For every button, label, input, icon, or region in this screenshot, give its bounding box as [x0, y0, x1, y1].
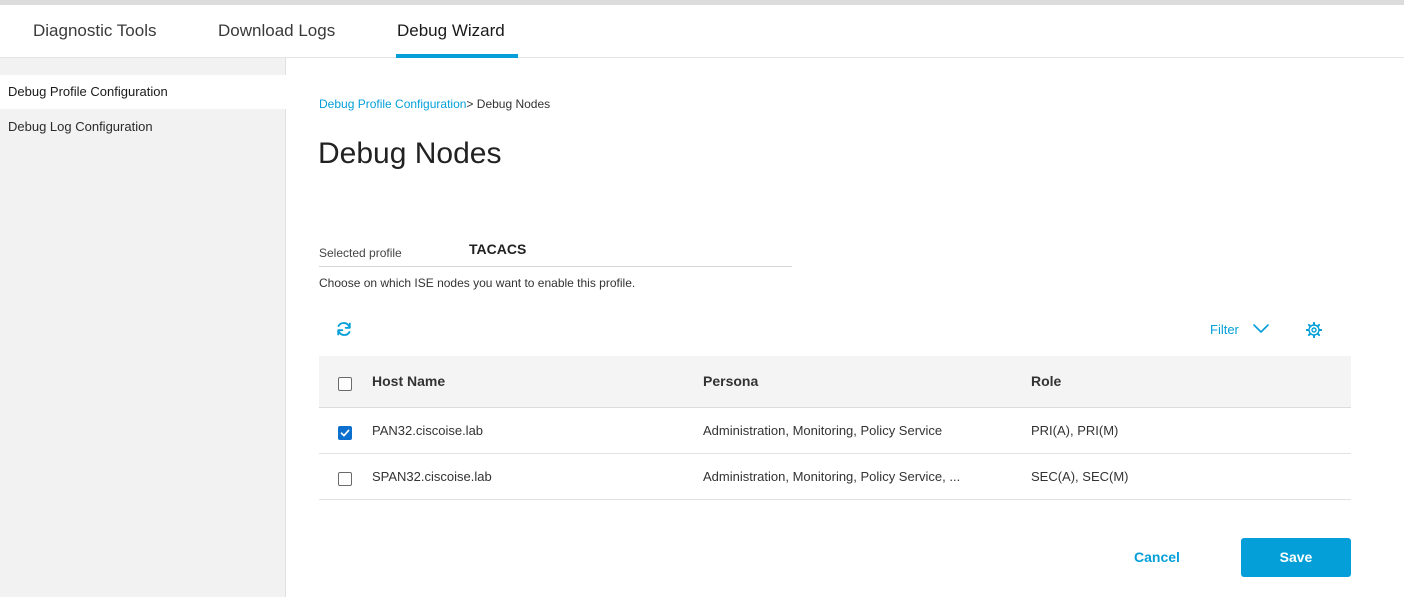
- page-title: Debug Nodes: [318, 137, 502, 170]
- breadcrumb-current: Debug Nodes: [473, 97, 551, 111]
- tab-debug-wizard[interactable]: Debug Wizard: [397, 21, 505, 41]
- table-row[interactable]: SPAN32.ciscoise.lab Administration, Moni…: [319, 454, 1351, 500]
- cancel-button[interactable]: Cancel: [1116, 538, 1198, 576]
- gear-icon[interactable]: [1306, 322, 1322, 338]
- filter-button[interactable]: Filter: [1210, 322, 1239, 337]
- table-row[interactable]: PAN32.ciscoise.lab Administration, Monit…: [319, 408, 1351, 454]
- column-header-role[interactable]: Role: [1031, 373, 1061, 389]
- row-checkbox[interactable]: [338, 472, 352, 486]
- selected-profile-label: Selected profile: [319, 246, 402, 260]
- instructions-text: Choose on which ISE nodes you want to en…: [319, 276, 636, 290]
- tab-download-logs[interactable]: Download Logs: [218, 21, 335, 41]
- top-tab-bar: Diagnostic Tools Download Logs Debug Wiz…: [0, 5, 1404, 58]
- table-header: Host Name Persona Role: [319, 356, 1351, 408]
- host-name-cell: PAN32.ciscoise.lab: [372, 423, 484, 438]
- select-all-checkbox[interactable]: [338, 377, 352, 391]
- column-header-persona[interactable]: Persona: [703, 373, 758, 389]
- save-button[interactable]: Save: [1241, 538, 1351, 577]
- role-cell: PRI(A), PRI(M): [1031, 423, 1119, 438]
- sidebar: Debug Profile Configuration Debug Log Co…: [0, 58, 286, 597]
- breadcrumb: Debug Profile Configuration> Debug Nodes: [319, 97, 550, 111]
- column-header-host-name[interactable]: Host Name: [372, 373, 445, 389]
- host-name-cell: SPAN32.ciscoise.lab: [372, 469, 492, 484]
- persona-cell: Administration, Monitoring, Policy Servi…: [703, 469, 961, 484]
- sidebar-item-debug-profile-configuration[interactable]: Debug Profile Configuration: [0, 75, 286, 109]
- selected-profile-row: Selected profile TACACS: [319, 241, 792, 267]
- tab-diagnostic-tools[interactable]: Diagnostic Tools: [33, 21, 156, 41]
- breadcrumb-link-debug-profile-configuration[interactable]: Debug Profile Configuration: [319, 97, 466, 111]
- chevron-down-icon[interactable]: [1252, 323, 1270, 335]
- persona-cell: Administration, Monitoring, Policy Servi…: [703, 423, 943, 438]
- refresh-icon[interactable]: [334, 319, 354, 339]
- row-checkbox[interactable]: [338, 426, 352, 440]
- selected-profile-value: TACACS: [469, 241, 527, 257]
- role-cell: SEC(A), SEC(M): [1031, 469, 1129, 484]
- checkmark-icon: [340, 429, 350, 437]
- active-tab-indicator: [396, 54, 518, 58]
- sidebar-item-debug-log-configuration[interactable]: Debug Log Configuration: [0, 110, 286, 144]
